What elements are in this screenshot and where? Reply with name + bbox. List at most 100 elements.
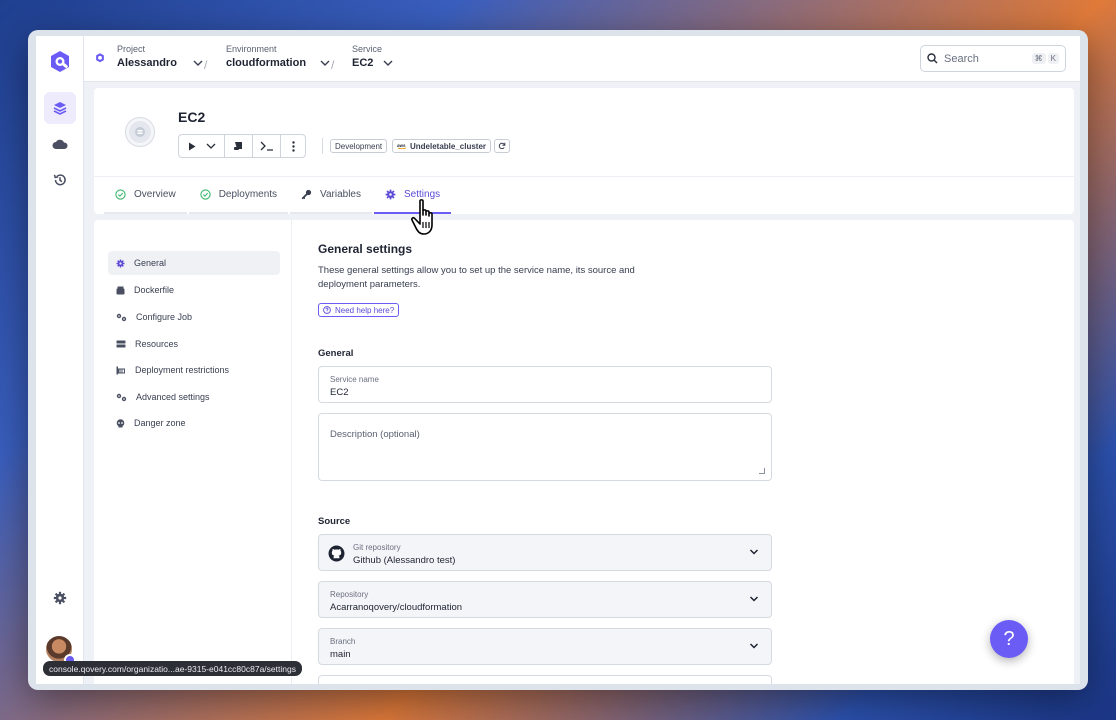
service-name-value: EC2	[330, 387, 349, 398]
section-title: General settings	[318, 242, 413, 256]
cloud-icon	[52, 139, 68, 149]
sidenav-item-danger-zone[interactable]: Danger zone	[108, 411, 280, 435]
shortcut-mod-key: ⌘	[1031, 53, 1046, 64]
service-name-field[interactable]: Service name EC2	[318, 366, 772, 403]
qovery-logo-icon[interactable]	[46, 48, 74, 76]
breadcrumb-environment[interactable]: Environment cloudformation	[226, 44, 332, 69]
header-divider	[322, 138, 323, 154]
chevron-down-icon	[193, 60, 203, 66]
breadcrumb-service-label: Service	[352, 44, 383, 54]
search-placeholder: Search	[944, 52, 979, 65]
more-vertical-icon	[291, 140, 295, 152]
general-heading: General	[318, 348, 354, 359]
service-title: EC2	[178, 109, 206, 125]
settings-gear-icon	[53, 591, 67, 605]
layers-icon	[53, 102, 67, 115]
chevron-down-icon	[383, 60, 393, 66]
description-textarea[interactable]: Description (optional)	[318, 413, 772, 481]
refresh-icon	[498, 142, 506, 150]
tab-deployments[interactable]: Deployments	[188, 176, 289, 214]
repository-value: Acarranoqovery/cloudformation	[330, 602, 463, 613]
description-placeholder: Description (optional)	[330, 429, 420, 440]
gear-icon	[116, 259, 125, 267]
git-repository-label: Git repository	[353, 543, 401, 552]
search-shortcut: ⌘ K	[1031, 53, 1059, 64]
service-tabs: Overview Deployments Variables Settings	[104, 176, 453, 214]
source-heading: Source	[318, 516, 351, 527]
breadcrumb-separator: /	[331, 58, 335, 72]
sidenav-item-general[interactable]: General	[108, 251, 280, 275]
sidenav-item-label: Advanced settings	[136, 392, 210, 402]
terminal-button[interactable]	[253, 135, 281, 157]
cluster-tag[interactable]: aws Undeletable_cluster	[392, 139, 492, 153]
search-icon	[927, 53, 938, 64]
settings-sidenav: General Dockerfile Configure Job Resourc…	[94, 220, 292, 684]
service-header: EC2 Development aws Undeletable_cluster …	[94, 88, 1074, 214]
chevron-down-icon	[749, 643, 759, 649]
sidenav-item-advanced-settings[interactable]: Advanced settings	[108, 385, 280, 409]
left-rail	[36, 36, 84, 684]
next-field-partial	[318, 675, 772, 684]
scroll-icon	[233, 142, 242, 150]
repository-select[interactable]: Repository Acarranoqovery/cloudformation	[318, 581, 772, 618]
settings-panel: General Dockerfile Configure Job Resourc…	[94, 220, 1074, 684]
check-circle-icon	[115, 188, 126, 200]
service-name-label: Service name	[330, 375, 379, 384]
breadcrumb-service-value: EC2	[352, 57, 374, 69]
help-link[interactable]: Need help here?	[318, 303, 400, 317]
section-description: These general settings allow you to set …	[318, 265, 635, 290]
service-avatar	[126, 118, 154, 146]
logs-button[interactable]	[225, 135, 253, 157]
sidenav-item-label: Dockerfile	[134, 285, 175, 295]
help-fab-button[interactable]: ?	[990, 620, 1028, 658]
search-input[interactable]: Search ⌘ K	[920, 45, 1066, 72]
tab-deployments-label: Deployments	[218, 188, 278, 200]
breadcrumb-environment-label: Environment	[226, 44, 277, 54]
gears-icon	[116, 393, 127, 401]
sidenav-item-configure-job[interactable]: Configure Job	[108, 305, 280, 329]
branch-label: Branch	[330, 637, 356, 646]
more-options-button[interactable]	[281, 135, 305, 157]
shortcut-key: K	[1047, 53, 1059, 64]
branch-select[interactable]: Branch main	[318, 628, 772, 665]
environment-type-label: Development	[335, 141, 383, 151]
server-icon	[116, 340, 126, 348]
cluster-tag-label: Undeletable_cluster	[410, 141, 487, 151]
deploy-dropdown-button[interactable]	[179, 135, 225, 157]
chevron-down-icon	[749, 549, 759, 555]
resize-handle-icon[interactable]	[759, 468, 765, 474]
hand-pointer-cursor-icon	[411, 199, 433, 235]
services-nav-button[interactable]	[44, 92, 76, 124]
skull-icon	[116, 418, 125, 427]
clusters-nav-button[interactable]	[44, 128, 76, 160]
browser-window: Project Alessandro / Environment cloudfo…	[28, 30, 1088, 690]
settings-nav-button[interactable]	[44, 582, 76, 614]
check-circle-icon	[200, 188, 211, 200]
chevron-down-icon	[749, 596, 759, 602]
service-icon	[135, 127, 145, 137]
git-repository-value: Github (Alessandro test)	[353, 555, 456, 566]
branch-value: main	[330, 649, 351, 660]
sidenav-item-deployment-restrictions[interactable]: Deployment restrictions	[108, 358, 280, 382]
chevron-down-icon	[206, 143, 215, 149]
sidenav-item-resources[interactable]: Resources	[108, 332, 280, 356]
breadcrumb-project[interactable]: Project Alessandro	[117, 44, 205, 69]
service-actions-group	[178, 134, 306, 158]
sidenav-item-label: Danger zone	[134, 418, 186, 428]
breadcrumb-environment-value: cloudformation	[226, 57, 307, 69]
refresh-status-button[interactable]	[494, 139, 510, 153]
sidenav-item-label: Resources	[135, 339, 179, 349]
sidenav-item-dockerfile[interactable]: Dockerfile	[108, 278, 280, 302]
sidenav-item-label: Deployment restrictions	[135, 365, 230, 375]
history-nav-button[interactable]	[44, 164, 76, 196]
dockerfile-icon	[116, 286, 125, 294]
gears-icon	[116, 313, 127, 321]
breadcrumb-service[interactable]: Service EC2	[352, 44, 395, 69]
tab-overview[interactable]: Overview	[104, 176, 187, 214]
git-repository-select[interactable]: Git repository Github (Alessandro test)	[318, 534, 772, 571]
chevron-down-icon	[320, 60, 330, 66]
link-status-bar: console.qovery.com/organizatio...ae-9315…	[43, 661, 302, 676]
breadcrumb-project-value: Alessandro	[117, 57, 177, 69]
help-link-label: Need help here?	[335, 305, 395, 315]
tab-variables[interactable]: Variables	[290, 176, 372, 214]
